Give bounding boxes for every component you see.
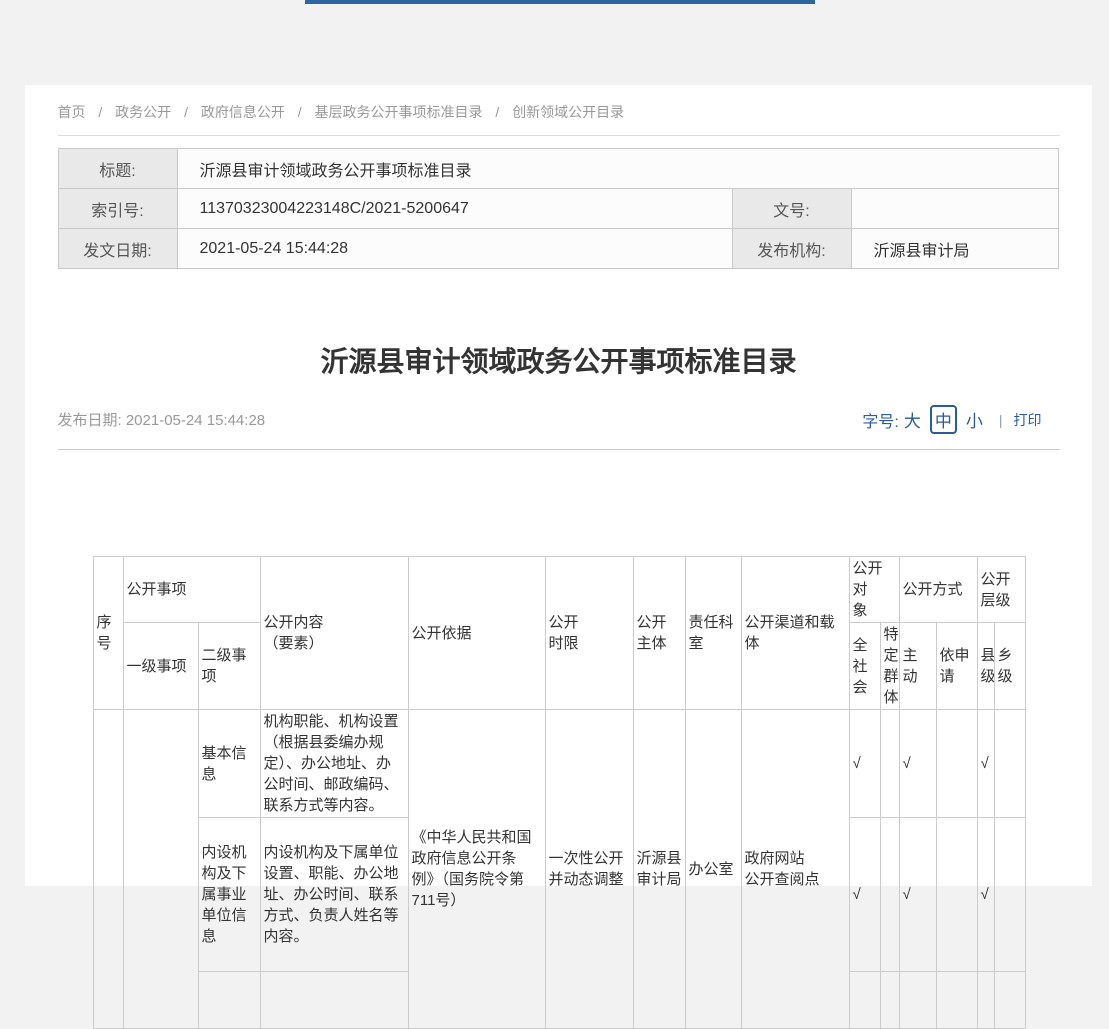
header-neirong: 公开内容 （要素） [260,557,408,710]
cell-shixian: 一次性公开 并动态调整 [545,710,633,1029]
header-xiangji: 乡 级 [994,623,1025,710]
header-gongkai-shixiang: 公开事项 [123,557,260,623]
check-yishenqing-1 [936,710,977,818]
info-row-index: 索引号: 11370323004223148C/2021-5200647 文号: [58,189,1058,229]
breadcrumb-gov-info-link[interactable]: 政府信息公开 [201,104,285,120]
agency-value: 沂源县审计局 [851,229,1058,269]
publish-date-value: 2021-05-24 15:44:28 [126,412,265,429]
cell-qudao: 政府网站 公开查阅点 [741,710,849,1029]
header-xianji: 县 级 [977,623,994,710]
print-button[interactable]: 打印 [1014,410,1042,430]
breadcrumb-separator: / [495,104,499,120]
cell-yiji [123,710,198,1029]
header-shixian: 公开 时限 [545,557,633,710]
header-duixiang: 公开对 象 [849,557,899,623]
publish-date-label: 发布日期: [58,412,122,429]
header-yiju: 公开依据 [408,557,545,710]
breadcrumb-home-link[interactable]: 首页 [58,104,86,120]
header-zhudong: 主 动 [899,623,936,710]
docnum-label: 文号: [732,189,851,229]
cell-yiju: 《中华人民共和国 政府信息公开条 例》（国务院令第 711号） [408,710,545,1029]
docnum-value [851,189,1058,229]
meta-separator: | [999,412,1003,428]
check-xiangji-2 [994,818,1025,972]
catalog-data-row-1: 基本信 息 机构职能、机构设置 （根据县委编办规 定）、办公地址、办 公时间、邮… [93,710,1025,818]
font-size-controls: 字号: 大 中 小 | 打印 [862,405,1041,434]
header-yishenqing: 依申 请 [936,623,977,710]
font-size-medium-button[interactable]: 中 [930,405,957,434]
breadcrumb: 首页 / 政务公开 / 政府信息公开 / 基层政务公开事项标准目录 / 创新领域… [58,85,1060,136]
breadcrumb-zwgk-link[interactable]: 政务公开 [115,104,171,120]
info-row-title: 标题: 沂源县审计领域政务公开事项标准目录 [58,149,1058,189]
cell-xuhao [93,710,123,1029]
header-erji: 二级事 项 [198,623,260,710]
header-quanshehui: 全社 会 [849,623,880,710]
header-yiji: 一级事项 [123,623,198,710]
title-label: 标题: [58,149,177,189]
breadcrumb-separator: / [298,104,302,120]
agency-label: 发布机构: [732,229,851,269]
cell-neirong-1: 机构职能、机构设置 （根据县委编办规 定）、办公地址、办 公时间、邮政编码、 联… [260,710,408,818]
header-xuhao: 序 号 [93,557,123,710]
index-label: 索引号: [58,189,177,229]
cell-erji-1: 基本信 息 [198,710,260,818]
check-teding-1 [880,710,899,818]
publish-date: 发布日期: 2021-05-24 15:44:28 [58,409,266,430]
index-value: 11370323004223148C/2021-5200647 [177,189,732,229]
breadcrumb-separator: / [98,104,102,120]
info-row-date: 发文日期: 2021-05-24 15:44:28 发布机构: 沂源县审计局 [58,229,1058,269]
header-keshi: 责任科 室 [685,557,741,710]
cell-keshi: 办公室 [685,710,741,1029]
catalog-table: 序 号 公开事项 公开内容 （要素） 公开依据 公开 时限 公开 主体 责任科 … [93,556,1026,1029]
title-value: 沂源县审计领域政务公开事项标准目录 [177,149,1058,189]
cell-neirong-2: 内设机构及下属单位 设置、职能、办公地 址、办公时间、联系 方式、负责人姓名等 … [260,818,408,972]
header-fangshi: 公开方式 [899,557,977,623]
check-quanshehui-2: √ [849,818,880,972]
check-zhudong-2: √ [899,818,936,972]
nav-highlight-bar [305,0,815,4]
section-divider [58,449,1060,450]
breadcrumb-current-link[interactable]: 创新领域公开目录 [512,104,624,120]
date-value: 2021-05-24 15:44:28 [177,229,732,269]
header-cengji: 公开 层级 [977,557,1025,623]
doc-info-table: 标题: 沂源县审计领域政务公开事项标准目录 索引号: 1137032300422… [58,148,1059,269]
check-yishenqing-2 [936,818,977,972]
font-size-label: 字号: [862,408,898,432]
header-zhuti: 公开 主体 [633,557,685,710]
cell-erji-2: 内设机 构及下 属事业 单位信 息 [198,818,260,972]
header-qudao: 公开渠道和载 体 [741,557,849,710]
check-xianji-1: √ [977,710,994,818]
check-xianji-2: √ [977,818,994,972]
content-card: 首页 / 政务公开 / 政府信息公开 / 基层政务公开事项标准目录 / 创新领域… [25,85,1092,886]
font-size-large-button[interactable]: 大 [904,407,921,432]
page-title: 沂源县审计领域政务公开事项标准目录 [58,344,1060,380]
check-zhudong-1: √ [899,710,936,818]
breadcrumb-separator: / [184,104,188,120]
date-label: 发文日期: [58,229,177,269]
catalog-header-row-1: 序 号 公开事项 公开内容 （要素） 公开依据 公开 时限 公开 主体 责任科 … [93,557,1025,623]
check-quanshehui-1: √ [849,710,880,818]
article-meta: 发布日期: 2021-05-24 15:44:28 字号: 大 中 小 | 打印 [58,405,1060,434]
check-teding-2 [880,818,899,972]
header-teding: 特 定 群 体 [880,623,899,710]
check-xiangji-1 [994,710,1025,818]
font-size-small-button[interactable]: 小 [966,407,983,432]
cell-zhuti: 沂源县 审计局 [633,710,685,1029]
breadcrumb-catalog-link[interactable]: 基层政务公开事项标准目录 [315,104,483,120]
